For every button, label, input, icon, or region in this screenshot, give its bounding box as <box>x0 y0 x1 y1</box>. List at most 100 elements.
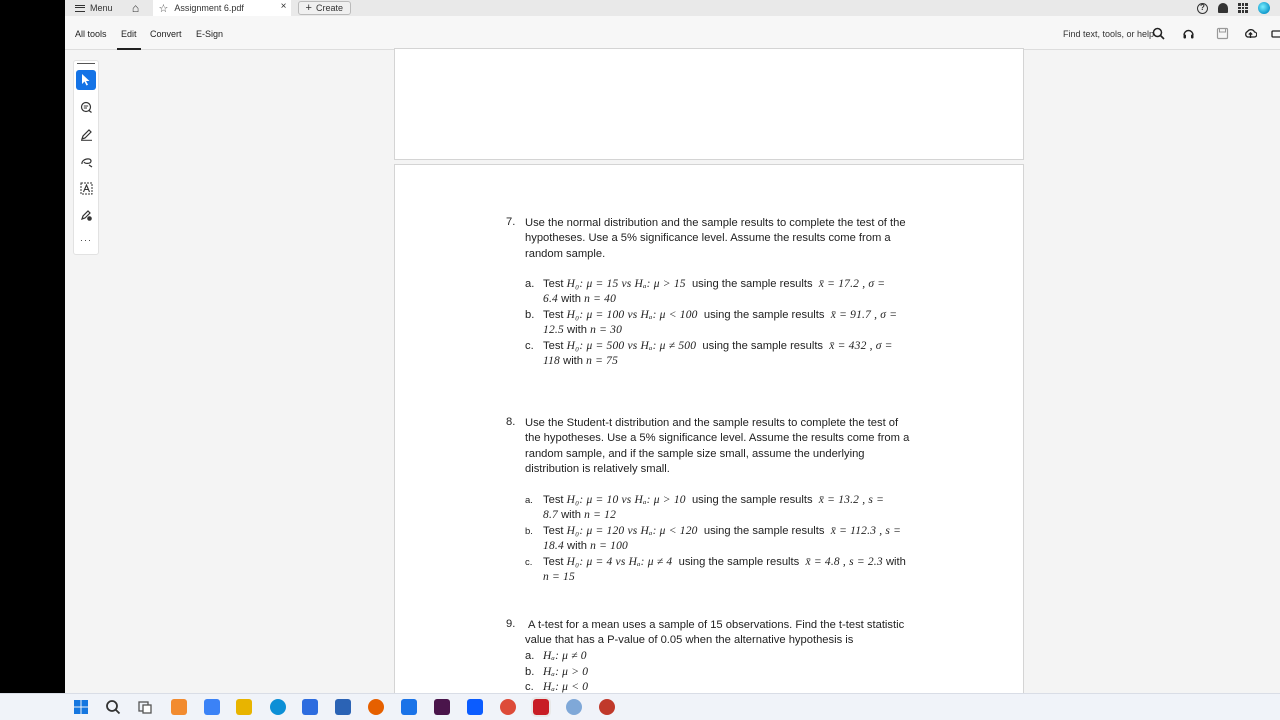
sample-stats-math: x̄ = 17.2 , σ = <box>818 278 886 290</box>
zoom-icon[interactable] <box>467 699 483 715</box>
question-text: Use the normal distribution and the samp… <box>525 216 955 262</box>
alternative-hypothesis-math: Hₐ: μ ≠ 0 <box>543 650 587 662</box>
sample-size-math: n = 15 <box>543 571 575 584</box>
chrome-icon[interactable] <box>500 699 516 715</box>
alternative-hypothesis-math: Hₐ: μ > 0 <box>543 666 589 678</box>
question-line: Use the Student-t distribution and the s… <box>525 417 899 429</box>
sigma-value: 118 <box>543 355 560 368</box>
close-tab-icon[interactable]: × <box>281 1 287 12</box>
hypothesis-math: H₀: μ = 4 vs Hₐ: μ ≠ 4 <box>566 556 673 568</box>
sigma-value: 6.4 <box>543 293 558 306</box>
question-number: 8. <box>506 416 516 428</box>
question-line: the hypotheses. Use a 5% significance le… <box>525 432 910 445</box>
question-number: 7. <box>506 216 516 228</box>
app-b-icon[interactable] <box>204 699 220 715</box>
help-icon[interactable]: ? <box>1197 2 1208 14</box>
search-icon[interactable] <box>1152 27 1165 40</box>
item-label: a. <box>525 278 535 290</box>
hypothesis-math: H₀: μ = 120 vs Hₐ: μ < 120 <box>566 525 698 537</box>
hypothesis-math: H₀: μ = 500 vs Hₐ: μ ≠ 500 <box>566 340 697 352</box>
item-text: Test <box>543 525 564 537</box>
item-text: with <box>567 540 587 553</box>
question-number: 9. <box>506 618 516 630</box>
create-label: Create <box>315 3 343 13</box>
item-text: with <box>563 355 584 368</box>
document-viewer[interactable]: 7. Use the normal distribution and the s… <box>65 48 1280 693</box>
item-label: c. <box>525 340 534 352</box>
edge-icon[interactable] <box>270 699 286 715</box>
item-body: Test H₀: μ = 120 vs Hₐ: μ < 120 using th… <box>543 524 943 555</box>
task-view-icon[interactable] <box>137 699 153 715</box>
item-text: Test <box>543 278 564 290</box>
app-red-icon[interactable] <box>599 699 615 715</box>
hamburger-icon <box>75 4 85 12</box>
plus-icon: + <box>305 2 312 14</box>
question-text: A t-test for a mean uses a sample of 15 … <box>525 618 968 649</box>
print-icon[interactable] <box>1271 27 1280 40</box>
app-mail-icon[interactable] <box>302 699 318 715</box>
acrobat-window: Menu ⌂ ☆ Assignment 6.pdf × + Create ? A… <box>65 0 1280 693</box>
sample-size-math: n = 100 <box>590 540 628 553</box>
item-text: using the sample results <box>703 309 825 321</box>
question-line: Use the normal distribution and the samp… <box>525 217 906 229</box>
read-aloud-icon[interactable] <box>1182 27 1195 40</box>
item-label: b. <box>525 526 533 537</box>
sample-stats-math: x̄ = 112.3 , s = <box>830 525 902 537</box>
item-body: Test H₀: μ = 100 vs Hₐ: μ < 100 using th… <box>543 308 943 339</box>
tab-convert[interactable]: Convert <box>150 29 182 39</box>
item-text: Test <box>543 556 564 568</box>
item-text: with <box>567 324 587 337</box>
app-store-icon[interactable] <box>335 699 351 715</box>
question-line: random sample, and if the sample size sm… <box>525 447 865 460</box>
sample-stats-math: x̄ = 91.7 , σ = <box>830 309 898 321</box>
item-body: Test H₀: μ = 15 vs Hₐ: μ > 15 using the … <box>543 277 943 308</box>
windows-start-icon[interactable] <box>73 699 89 715</box>
question-line: random sample. <box>525 247 606 260</box>
sample-stats-math: x̄ = 432 , σ = <box>829 340 893 352</box>
item-text: using the sample results <box>678 556 800 568</box>
top-right-icons: ? <box>1197 0 1270 16</box>
sample-stats-math: x̄ = 4.8 , s = 2.3 <box>805 556 883 568</box>
tab-edit[interactable]: Edit <box>117 29 140 50</box>
document-tab[interactable]: ☆ Assignment 6.pdf × <box>152 0 291 16</box>
find-text-label[interactable]: Find text, tools, or help <box>1063 29 1154 39</box>
item-label: a. <box>525 495 533 506</box>
sigma-value: 12.5 <box>543 324 564 337</box>
apps-grid-icon[interactable] <box>1238 3 1248 13</box>
item-text: Test <box>543 340 564 352</box>
question-line: value that has a P-value of 0.05 when th… <box>525 634 854 647</box>
sample-size-math: n = 30 <box>590 324 623 337</box>
hypothesis-math: H₀: μ = 15 vs Hₐ: μ > 15 <box>566 278 686 290</box>
create-button[interactable]: + Create <box>297 1 351 15</box>
tab-e-sign[interactable]: E-Sign <box>196 29 223 39</box>
item-text: Test <box>543 494 564 506</box>
s-value: 8.7 <box>543 509 558 522</box>
item-text: with <box>561 293 581 306</box>
question-text: Use the Student-t distribution and the s… <box>525 416 955 477</box>
home-icon[interactable]: ⌂ <box>129 1 143 15</box>
upload-cloud-icon[interactable] <box>1244 27 1257 40</box>
tab-title: Assignment 6.pdf <box>174 3 244 13</box>
item-text: using the sample results <box>702 340 824 352</box>
question-line: hypotheses. Use a 5% significance level.… <box>525 232 891 245</box>
tab-all-tools[interactable]: All tools <box>75 29 107 39</box>
app-blue-icon[interactable] <box>401 699 417 715</box>
sample-size-math: n = 40 <box>584 293 617 306</box>
avatar[interactable] <box>1258 2 1270 14</box>
firefox-icon[interactable] <box>368 699 384 715</box>
s-value: 18.4 <box>543 540 564 553</box>
file-explorer-icon[interactable] <box>236 699 252 715</box>
menu-label: Menu <box>90 3 113 13</box>
item-text: using the sample results <box>691 278 813 290</box>
r-icon[interactable] <box>566 699 582 715</box>
star-icon[interactable]: ☆ <box>159 2 169 15</box>
tab-bar: Menu ⌂ ☆ Assignment 6.pdf × + Create ? <box>65 0 1280 16</box>
copilot-icon[interactable] <box>171 699 187 715</box>
notifications-icon[interactable] <box>1218 3 1228 13</box>
save-icon[interactable] <box>1216 27 1229 40</box>
acrobat-icon[interactable] <box>531 697 551 717</box>
search-icon[interactable] <box>105 699 121 715</box>
menu-button[interactable]: Menu <box>75 3 113 13</box>
slack-icon[interactable] <box>434 699 450 715</box>
item-body: Test H₀: μ = 4 vs Hₐ: μ ≠ 4 using the sa… <box>543 555 943 586</box>
